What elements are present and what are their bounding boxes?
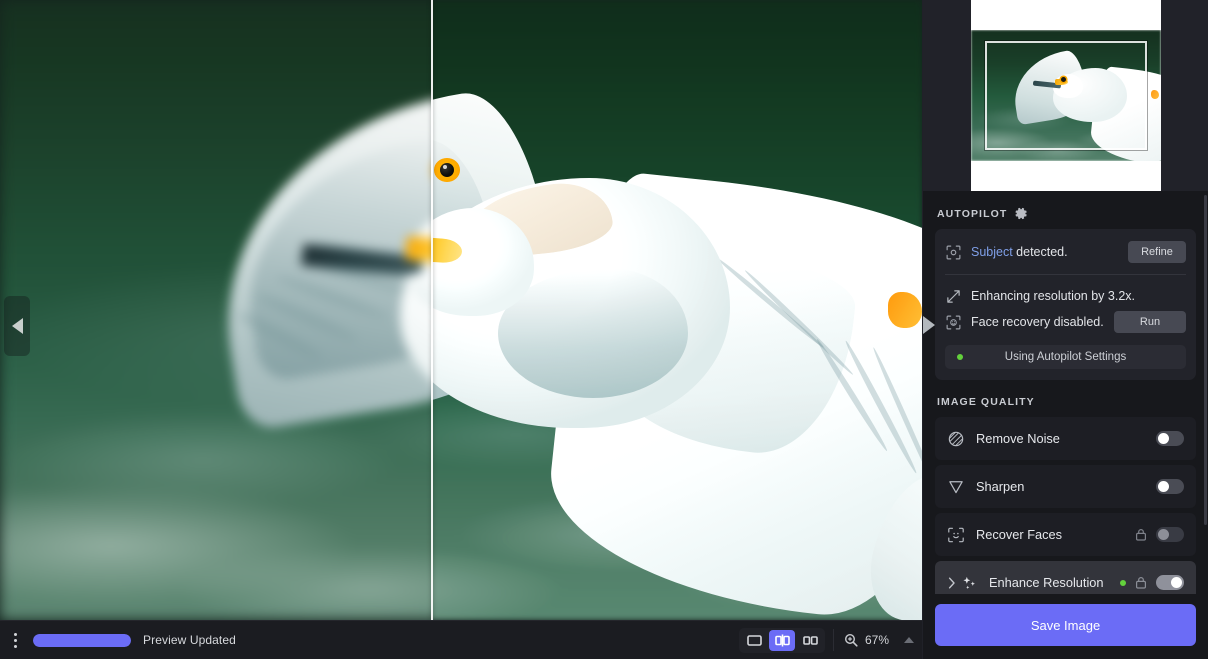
navigator-viewport-rect[interactable]	[985, 41, 1147, 150]
single-view-icon	[747, 635, 762, 646]
iq-row-remove-noise[interactable]: Remove Noise	[935, 417, 1196, 460]
iq-label-sharpen: Sharpen	[976, 479, 1156, 494]
autopilot-resolution-text: Enhancing resolution by 3.2x.	[971, 289, 1186, 303]
autopilot-section-header: AUTOPILOT	[923, 191, 1208, 229]
iq-row-recover-faces[interactable]: Recover Faces	[935, 513, 1196, 556]
next-image-button[interactable]	[918, 310, 940, 340]
bottom-toolbar-right: 67%	[739, 628, 914, 653]
subject-detect-icon	[945, 244, 961, 260]
kebab-menu-icon[interactable]	[4, 627, 26, 653]
split-view-button[interactable]	[769, 630, 795, 651]
app-root: Preview Updated	[0, 0, 1208, 659]
autopilot-title: AUTOPILOT	[937, 208, 1007, 220]
toggle-enhance-resolution[interactable]	[1156, 575, 1184, 590]
iq-label-recover-faces: Recover Faces	[976, 527, 1135, 542]
triangle-left-icon	[12, 318, 23, 334]
view-mode-group	[739, 628, 825, 653]
noise-circle-icon	[945, 430, 967, 448]
face-detect-icon	[945, 314, 961, 330]
sharpen-funnel-icon	[945, 478, 967, 496]
iq-controls-enhance-resolution	[1120, 575, 1184, 590]
resize-arrows-icon	[945, 288, 961, 304]
autopilot-subject-text: Subject detected.	[971, 245, 1118, 259]
autopilot-row-resolution: Enhancing resolution by 3.2x.	[945, 283, 1186, 309]
single-view-button[interactable]	[741, 630, 767, 651]
iq-controls-recover-faces	[1135, 527, 1184, 542]
panel-scroll-area: AUTOPILOT Subject det	[923, 191, 1208, 594]
save-image-button[interactable]: Save Image	[935, 604, 1196, 646]
panel-scrollbar[interactable]	[1204, 195, 1207, 525]
split-comparison-handle[interactable]	[431, 0, 433, 620]
triangle-right-icon	[923, 316, 935, 334]
lock-icon-recover-faces[interactable]	[1135, 528, 1147, 541]
side-by-side-view-icon	[803, 635, 818, 646]
refine-button[interactable]: Refine	[1128, 241, 1186, 263]
zoom-control: 67%	[833, 629, 914, 651]
lock-icon-enhance-resolution[interactable]	[1135, 576, 1147, 589]
toggle-recover-faces[interactable]	[1156, 527, 1184, 542]
iq-label-enhance-resolution: Enhance Resolution	[989, 575, 1120, 590]
chevron-right-icon[interactable]	[945, 577, 958, 589]
right-panel: AUTOPILOT Subject det	[922, 0, 1208, 659]
split-view-icon	[775, 634, 790, 647]
magnifier-icon[interactable]	[844, 633, 858, 647]
autopilot-divider	[945, 274, 1186, 275]
autopilot-row-face: Face recovery disabled. Run	[945, 309, 1186, 335]
run-button[interactable]: Run	[1114, 311, 1186, 333]
iq-row-sharpen[interactable]: Sharpen	[935, 465, 1196, 508]
iq-controls-sharpen	[1156, 479, 1184, 494]
autopilot-face-text: Face recovery disabled.	[971, 315, 1104, 329]
side-by-side-view-button[interactable]	[797, 630, 823, 651]
zoom-level-value: 67%	[865, 633, 893, 647]
navigator-thumbnail[interactable]	[971, 0, 1161, 191]
subject-rest-text: detected.	[1013, 245, 1068, 259]
autopilot-row-subject: Subject detected. Refine	[945, 239, 1186, 265]
using-autopilot-settings-label: Using Autopilot Settings	[945, 351, 1186, 363]
canvas-column: Preview Updated	[0, 0, 922, 659]
active-dot-icon	[1120, 580, 1126, 586]
image-viewer[interactable]	[0, 0, 922, 620]
save-area: Save Image	[923, 594, 1208, 659]
iq-row-enhance-resolution[interactable]: Enhance Resolution	[935, 561, 1196, 594]
navigator-panel[interactable]	[923, 0, 1208, 191]
bottom-toolbar: Preview Updated	[0, 620, 922, 659]
iq-controls-remove-noise	[1156, 431, 1184, 446]
previous-image-button[interactable]	[4, 296, 30, 356]
iq-label-remove-noise: Remove Noise	[976, 431, 1156, 446]
image-quality-title: IMAGE QUALITY	[937, 396, 1035, 408]
toggle-sharpen[interactable]	[1156, 479, 1184, 494]
face-recover-icon	[945, 526, 967, 544]
subject-accent-word: Subject	[971, 245, 1013, 259]
autopilot-card: Subject detected. Refine Enhancing resol…	[935, 229, 1196, 380]
toggle-remove-noise[interactable]	[1156, 431, 1184, 446]
image-quality-section-header: IMAGE QUALITY	[923, 380, 1208, 417]
caret-up-icon[interactable]	[904, 637, 914, 643]
progress-bar[interactable]	[33, 634, 131, 647]
progress-bar-fill	[33, 634, 131, 647]
status-text: Preview Updated	[143, 633, 236, 647]
sparkles-icon	[958, 574, 980, 592]
gear-icon[interactable]	[1015, 207, 1028, 220]
using-autopilot-settings-row[interactable]: Using Autopilot Settings	[945, 345, 1186, 369]
